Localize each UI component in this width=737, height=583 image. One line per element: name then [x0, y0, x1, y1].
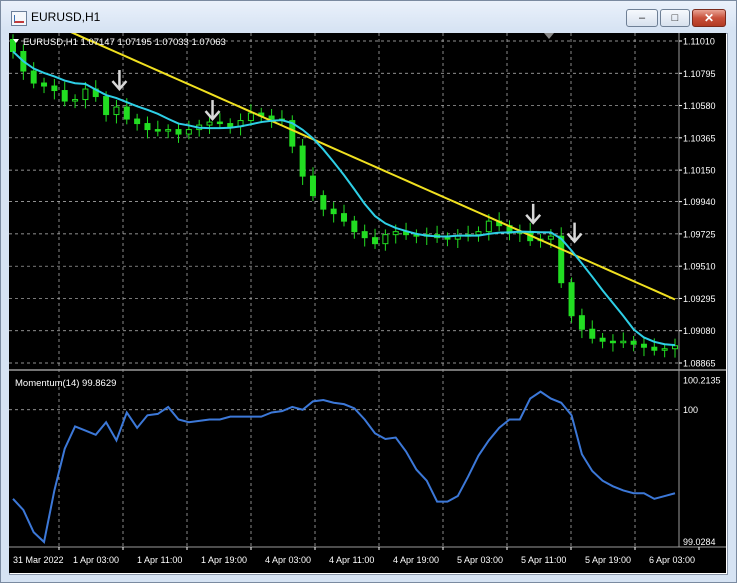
time-label: 5 Apr 11:00: [521, 555, 566, 565]
candle-body: [165, 129, 172, 132]
candle-body: [672, 345, 678, 350]
candle-body: [268, 115, 275, 120]
window-title: EURUSD,H1: [31, 10, 101, 24]
chart-window-icon: [11, 11, 27, 26]
candle-body: [444, 237, 451, 240]
momentum-label: 100.2135: [683, 376, 721, 386]
close-icon: ✕: [703, 11, 715, 25]
candle-body: [154, 129, 161, 132]
time-label: 5 Apr 19:00: [585, 555, 631, 565]
price-label: 1.09725: [683, 229, 716, 239]
candle-body: [175, 129, 182, 135]
candle-body: [547, 235, 554, 240]
candle-body: [392, 231, 399, 236]
candle-body: [103, 96, 110, 116]
candle-body: [299, 145, 306, 177]
candle-body: [475, 231, 482, 236]
minimize-button[interactable]: –: [626, 9, 658, 27]
indicator-label: Momentum(14) 99.8629: [15, 378, 116, 389]
price-label: 1.09295: [683, 294, 716, 304]
candle-body: [144, 123, 151, 131]
price-label: 1.10795: [683, 69, 716, 79]
chart-header: EURUSD,H1 1.07147 1.07195 1.07033 1.0706…: [23, 37, 226, 48]
candle-body: [485, 220, 492, 233]
maximize-icon: □: [671, 12, 679, 24]
candle-body: [227, 123, 234, 128]
time-label: 1 Apr 19:00: [201, 555, 247, 565]
candle-body: [651, 346, 658, 351]
price-chart[interactable]: 1.11010 1.10795 1.10580 1.10365 1.10150 1.099…: [9, 33, 726, 573]
candle-body: [382, 234, 389, 245]
candle-body: [609, 340, 616, 344]
candle-body: [72, 99, 79, 102]
price-label: 1.09940: [683, 197, 716, 207]
price-label: 1.10365: [683, 133, 716, 143]
price-label: 1.09510: [683, 262, 716, 272]
time-label: 1 Apr 03:00: [73, 555, 119, 565]
candle-body: [320, 195, 327, 210]
candle-body: [134, 118, 141, 125]
candle-body: [372, 237, 379, 245]
candle-body: [361, 231, 368, 239]
time-label: 6 Apr 03:00: [649, 555, 695, 565]
time-label: 5 Apr 03:00: [457, 555, 503, 565]
time-label: 4 Apr 19:00: [393, 555, 439, 565]
candle-body: [30, 70, 37, 84]
candle-body: [51, 85, 58, 92]
candle-body: [568, 282, 575, 317]
candle-body: [123, 106, 130, 120]
price-label: 1.09080: [683, 326, 716, 336]
candle-body: [589, 328, 596, 339]
maximize-button[interactable]: □: [660, 9, 690, 27]
time-label: 4 Apr 03:00: [265, 555, 311, 565]
candle-body: [41, 82, 48, 87]
candle-body: [351, 220, 358, 233]
candle-body: [216, 121, 223, 125]
candle-body: [330, 208, 337, 215]
price-label: 1.08865: [683, 359, 716, 369]
candle-body: [599, 337, 606, 342]
time-label: 1 Apr 11:00: [137, 555, 182, 565]
candle-body: [61, 90, 68, 102]
price-label: 1.11010: [683, 37, 715, 47]
candle-body: [185, 129, 192, 135]
candle-body: [113, 106, 120, 116]
title-bar[interactable]: EURUSD,H1 – □ ✕: [1, 1, 736, 33]
candle-body: [82, 88, 89, 101]
time-label: 4 Apr 11:00: [329, 555, 374, 565]
price-label: 1.10580: [683, 101, 716, 111]
candle-body: [309, 175, 316, 197]
candle-body: [620, 340, 627, 344]
minimize-icon: –: [638, 12, 646, 24]
candle-body: [578, 315, 585, 330]
close-button[interactable]: ✕: [692, 9, 726, 27]
candle-body: [630, 340, 637, 345]
candle-body: [558, 235, 565, 284]
momentum-label: 99.0284: [683, 537, 716, 547]
candle-body: [640, 343, 647, 348]
candle-body: [341, 213, 347, 222]
momentum-label: 100: [683, 405, 698, 415]
candle-body: [206, 121, 213, 126]
price-label: 1.10150: [683, 166, 716, 176]
candle-body: [247, 112, 254, 122]
candle-body: [661, 348, 668, 351]
time-label: 31 Mar 2022: [13, 555, 64, 565]
